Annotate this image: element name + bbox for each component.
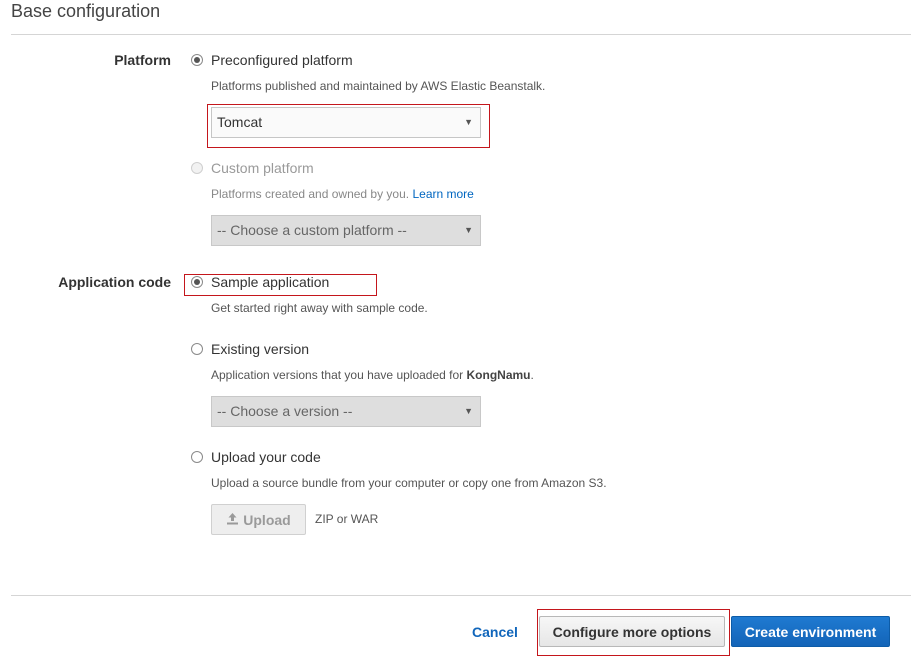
application-name: KongNamu: [466, 368, 531, 382]
version-select[interactable]: -- Choose a version -- ▼: [211, 396, 481, 427]
upload-file-types: ZIP or WAR: [315, 512, 379, 526]
custom-platform-description-text: Platforms created and owned by you.: [211, 187, 410, 201]
section-title: Base configuration: [11, 1, 161, 21]
learn-more-link[interactable]: Learn more: [412, 187, 473, 201]
cancel-button[interactable]: Cancel: [472, 624, 518, 640]
caret-down-icon: ▼: [464, 117, 473, 127]
sample-application-description: Get started right away with sample code.: [211, 301, 428, 315]
caret-down-icon: ▼: [464, 225, 473, 235]
preconfigured-platform-radio[interactable]: [191, 54, 203, 66]
upload-button-label: Upload: [243, 511, 291, 528]
caret-down-icon: ▼: [464, 406, 473, 416]
upload-code-label[interactable]: Upload your code: [211, 449, 321, 465]
existing-version-description-text: Application versions that you have uploa…: [211, 368, 467, 382]
upload-code-description: Upload a source bundle from your compute…: [211, 476, 607, 490]
custom-platform-description: Platforms created and owned by you. Lear…: [211, 187, 474, 201]
custom-platform-select[interactable]: -- Choose a custom platform -- ▼: [211, 215, 481, 246]
upload-icon: [226, 512, 239, 528]
upload-code-radio[interactable]: [191, 451, 203, 463]
platform-select[interactable]: Tomcat ▼: [211, 107, 481, 138]
preconfigured-platform-label[interactable]: Preconfigured platform: [211, 52, 353, 68]
custom-platform-select-value: -- Choose a custom platform --: [217, 222, 407, 238]
custom-platform-radio[interactable]: [191, 162, 203, 174]
application-code-label: Application code: [58, 274, 171, 290]
existing-version-radio[interactable]: [191, 343, 203, 355]
sample-application-label[interactable]: Sample application: [211, 274, 329, 290]
platform-select-value: Tomcat: [217, 114, 263, 130]
custom-platform-label[interactable]: Custom platform: [211, 160, 314, 176]
sample-application-radio[interactable]: [191, 276, 203, 288]
create-environment-button[interactable]: Create environment: [731, 616, 890, 647]
platform-label: Platform: [114, 52, 171, 68]
footer-divider: [11, 595, 911, 596]
existing-version-description-suffix: .: [530, 368, 534, 382]
existing-version-label[interactable]: Existing version: [211, 341, 309, 357]
preconfigured-platform-description: Platforms published and maintained by AW…: [211, 79, 546, 93]
configure-more-options-button[interactable]: Configure more options: [539, 616, 725, 647]
upload-button[interactable]: Upload: [211, 504, 306, 535]
existing-version-description: Application versions that you have uploa…: [211, 368, 534, 382]
section-divider: [11, 34, 911, 35]
version-select-value: -- Choose a version --: [217, 403, 353, 419]
